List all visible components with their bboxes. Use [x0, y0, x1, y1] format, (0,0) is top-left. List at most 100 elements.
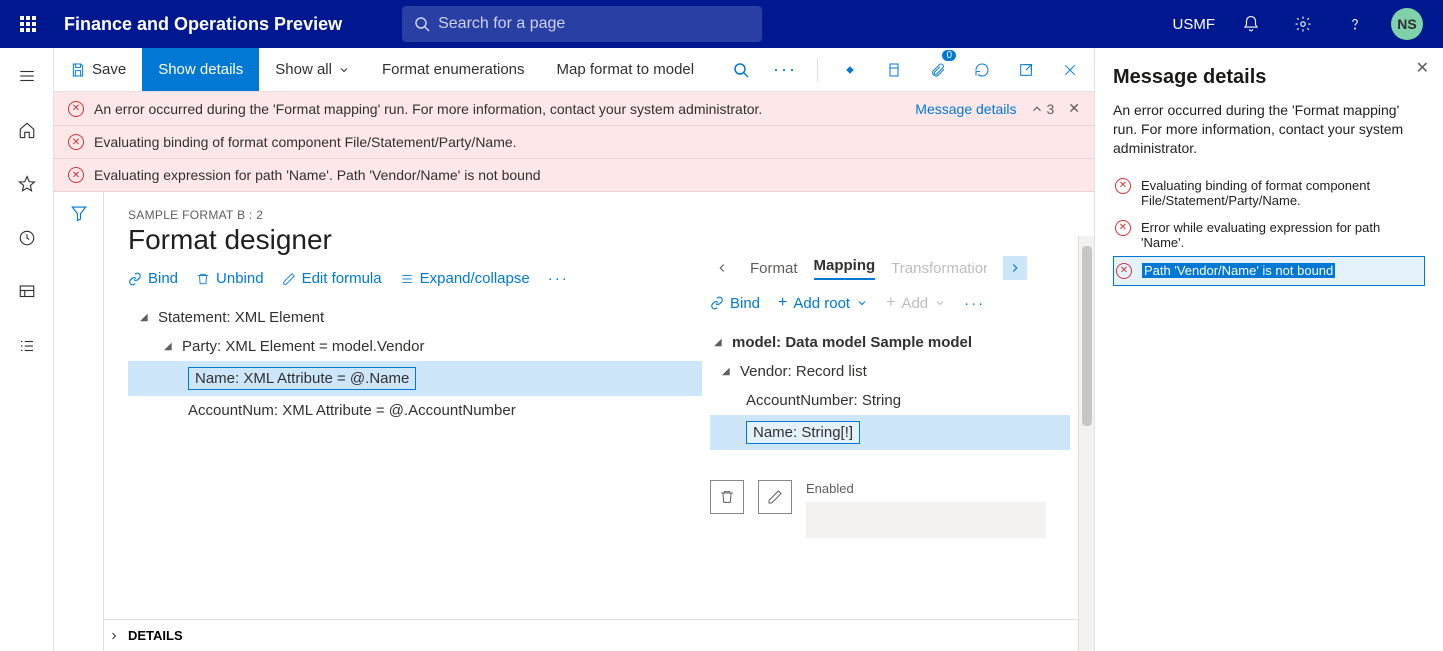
tab-mapping[interactable]: Mapping [814, 257, 876, 280]
app-title: Finance and Operations Preview [64, 14, 342, 35]
company-code[interactable]: USMF [1173, 16, 1216, 33]
unbind-button[interactable]: Unbind [196, 270, 264, 287]
main-area: Save Show details Show all Format enumer… [54, 48, 1095, 651]
popout-icon[interactable] [1010, 54, 1042, 86]
list-icon [400, 272, 414, 286]
home-icon[interactable] [11, 114, 43, 146]
error-icon: ✕ [68, 101, 84, 117]
right-tabs: Format Mapping Transformations [710, 256, 1070, 280]
tree-node-party[interactable]: ◢Party: XML Element = model.Vendor [128, 332, 702, 361]
chevron-right-icon [108, 630, 120, 642]
tree-node-model[interactable]: ◢model: Data model Sample model [710, 328, 1070, 357]
error-icon: ✕ [68, 167, 84, 183]
star-icon[interactable] [11, 168, 43, 200]
overflow-icon[interactable]: ··· [769, 54, 801, 86]
edit-formula-button[interactable]: Edit formula [282, 270, 382, 287]
show-details-button[interactable]: Show details [142, 48, 259, 91]
dismiss-error-icon[interactable]: ✕ [1068, 100, 1080, 117]
format-tree: ◢Statement: XML Element ◢Party: XML Elem… [128, 303, 702, 425]
plus-icon: + [778, 294, 787, 312]
bind-button[interactable]: Bind [128, 270, 178, 287]
search-icon [414, 16, 430, 32]
page-title: Format designer [128, 224, 1070, 256]
error-icon: ✕ [1115, 178, 1131, 194]
modules-icon[interactable] [11, 330, 43, 362]
chevron-down-icon [338, 64, 350, 76]
tree-node-name[interactable]: Name: XML Attribute = @.Name [128, 361, 702, 396]
collapse-errors-icon[interactable]: 3 [1030, 101, 1054, 117]
panel-error-2[interactable]: ✕ Error while evaluating expression for … [1113, 214, 1425, 256]
designer-body: SAMPLE FORMAT B : 2 Format designer Bind [54, 192, 1094, 651]
pencil-icon [767, 489, 783, 505]
office-icon[interactable] [878, 54, 910, 86]
gear-icon[interactable] [1287, 8, 1319, 40]
chevron-down-icon [856, 297, 868, 309]
map-format-button[interactable]: Map format to model [541, 48, 711, 91]
tab-next-icon[interactable] [1003, 256, 1027, 280]
breadcrumb: SAMPLE FORMAT B : 2 [128, 208, 1070, 222]
left-nav-rail [0, 48, 54, 651]
error-text: Evaluating expression for path 'Name'. P… [94, 167, 541, 183]
attachments-icon[interactable]: 0 [922, 54, 954, 86]
tree-node-statement[interactable]: ◢Statement: XML Element [128, 303, 702, 332]
workspace-icon[interactable] [11, 276, 43, 308]
toolbar-divider [817, 58, 818, 82]
trash-icon [196, 272, 210, 286]
diamond-icon[interactable] [834, 54, 866, 86]
tree-node-vendor[interactable]: ◢Vendor: Record list [710, 357, 1070, 386]
bell-icon[interactable] [1235, 8, 1267, 40]
error-text: An error occurred during the 'Format map… [94, 101, 762, 117]
attachments-badge: 0 [942, 50, 956, 61]
error-icon: ✕ [1116, 263, 1132, 279]
mapping-bind-button[interactable]: Bind [710, 295, 760, 312]
enabled-input[interactable] [806, 502, 1046, 538]
enabled-label: Enabled [806, 481, 854, 496]
filter-column [54, 192, 104, 651]
more-icon[interactable]: ··· [964, 295, 985, 312]
enabled-block: Enabled [710, 480, 1070, 538]
save-icon [70, 62, 86, 78]
message-details-panel: ✕ Message details An error occurred duri… [1095, 48, 1443, 651]
delete-button[interactable] [710, 480, 744, 514]
panel-close-icon[interactable]: ✕ [1416, 58, 1429, 78]
link-icon [128, 272, 142, 286]
close-icon[interactable] [1054, 54, 1086, 86]
details-accordion[interactable]: DETAILS [104, 619, 1094, 651]
show-all-button[interactable]: Show all [259, 48, 366, 91]
error-bar-3: ✕ Evaluating expression for path 'Name'.… [54, 159, 1094, 192]
tab-format[interactable]: Format [750, 260, 798, 277]
panel-error-1[interactable]: ✕ Evaluating binding of format component… [1113, 172, 1425, 214]
edit-button[interactable] [758, 480, 792, 514]
find-icon[interactable] [725, 54, 757, 86]
app-launcher-icon[interactable] [8, 16, 48, 32]
panel-error-3[interactable]: ✕ Path 'Vendor/Name' is not bound [1113, 256, 1425, 286]
search-input[interactable]: Search for a page [402, 6, 762, 42]
pencil-icon [282, 272, 296, 286]
mapping-actions: Bind + Add root + Add [710, 294, 1070, 312]
clock-icon[interactable] [11, 222, 43, 254]
page-toolbar: Save Show details Show all Format enumer… [54, 48, 1094, 92]
tree-node-name-string[interactable]: Name: String[!] [710, 415, 1070, 450]
tree-node-accountnum[interactable]: AccountNum: XML Attribute = @.AccountNum… [128, 396, 702, 425]
search-placeholder: Search for a page [438, 15, 565, 33]
scrollbar[interactable] [1078, 236, 1094, 651]
link-icon [710, 296, 724, 310]
tab-prev-icon[interactable] [710, 256, 734, 280]
avatar[interactable]: NS [1391, 8, 1423, 40]
top-bar: Finance and Operations Preview Search fo… [0, 0, 1443, 48]
trash-icon [719, 489, 735, 505]
error-icon: ✕ [68, 134, 84, 150]
more-icon[interactable]: ··· [548, 270, 569, 287]
add-root-button[interactable]: + Add root [778, 294, 868, 312]
tree-node-account-number[interactable]: AccountNumber: String [710, 386, 1070, 415]
format-enum-button[interactable]: Format enumerations [366, 48, 541, 91]
save-button[interactable]: Save [54, 48, 142, 91]
message-details-link[interactable]: Message details [915, 101, 1016, 117]
refresh-icon[interactable] [966, 54, 998, 86]
filter-icon[interactable] [70, 204, 88, 651]
hamburger-icon[interactable] [11, 60, 43, 92]
error-bar-2: ✕ Evaluating binding of format component… [54, 126, 1094, 159]
tab-transformations[interactable]: Transformations [891, 260, 987, 277]
help-icon[interactable] [1339, 8, 1371, 40]
expand-collapse-button[interactable]: Expand/collapse [400, 270, 530, 287]
